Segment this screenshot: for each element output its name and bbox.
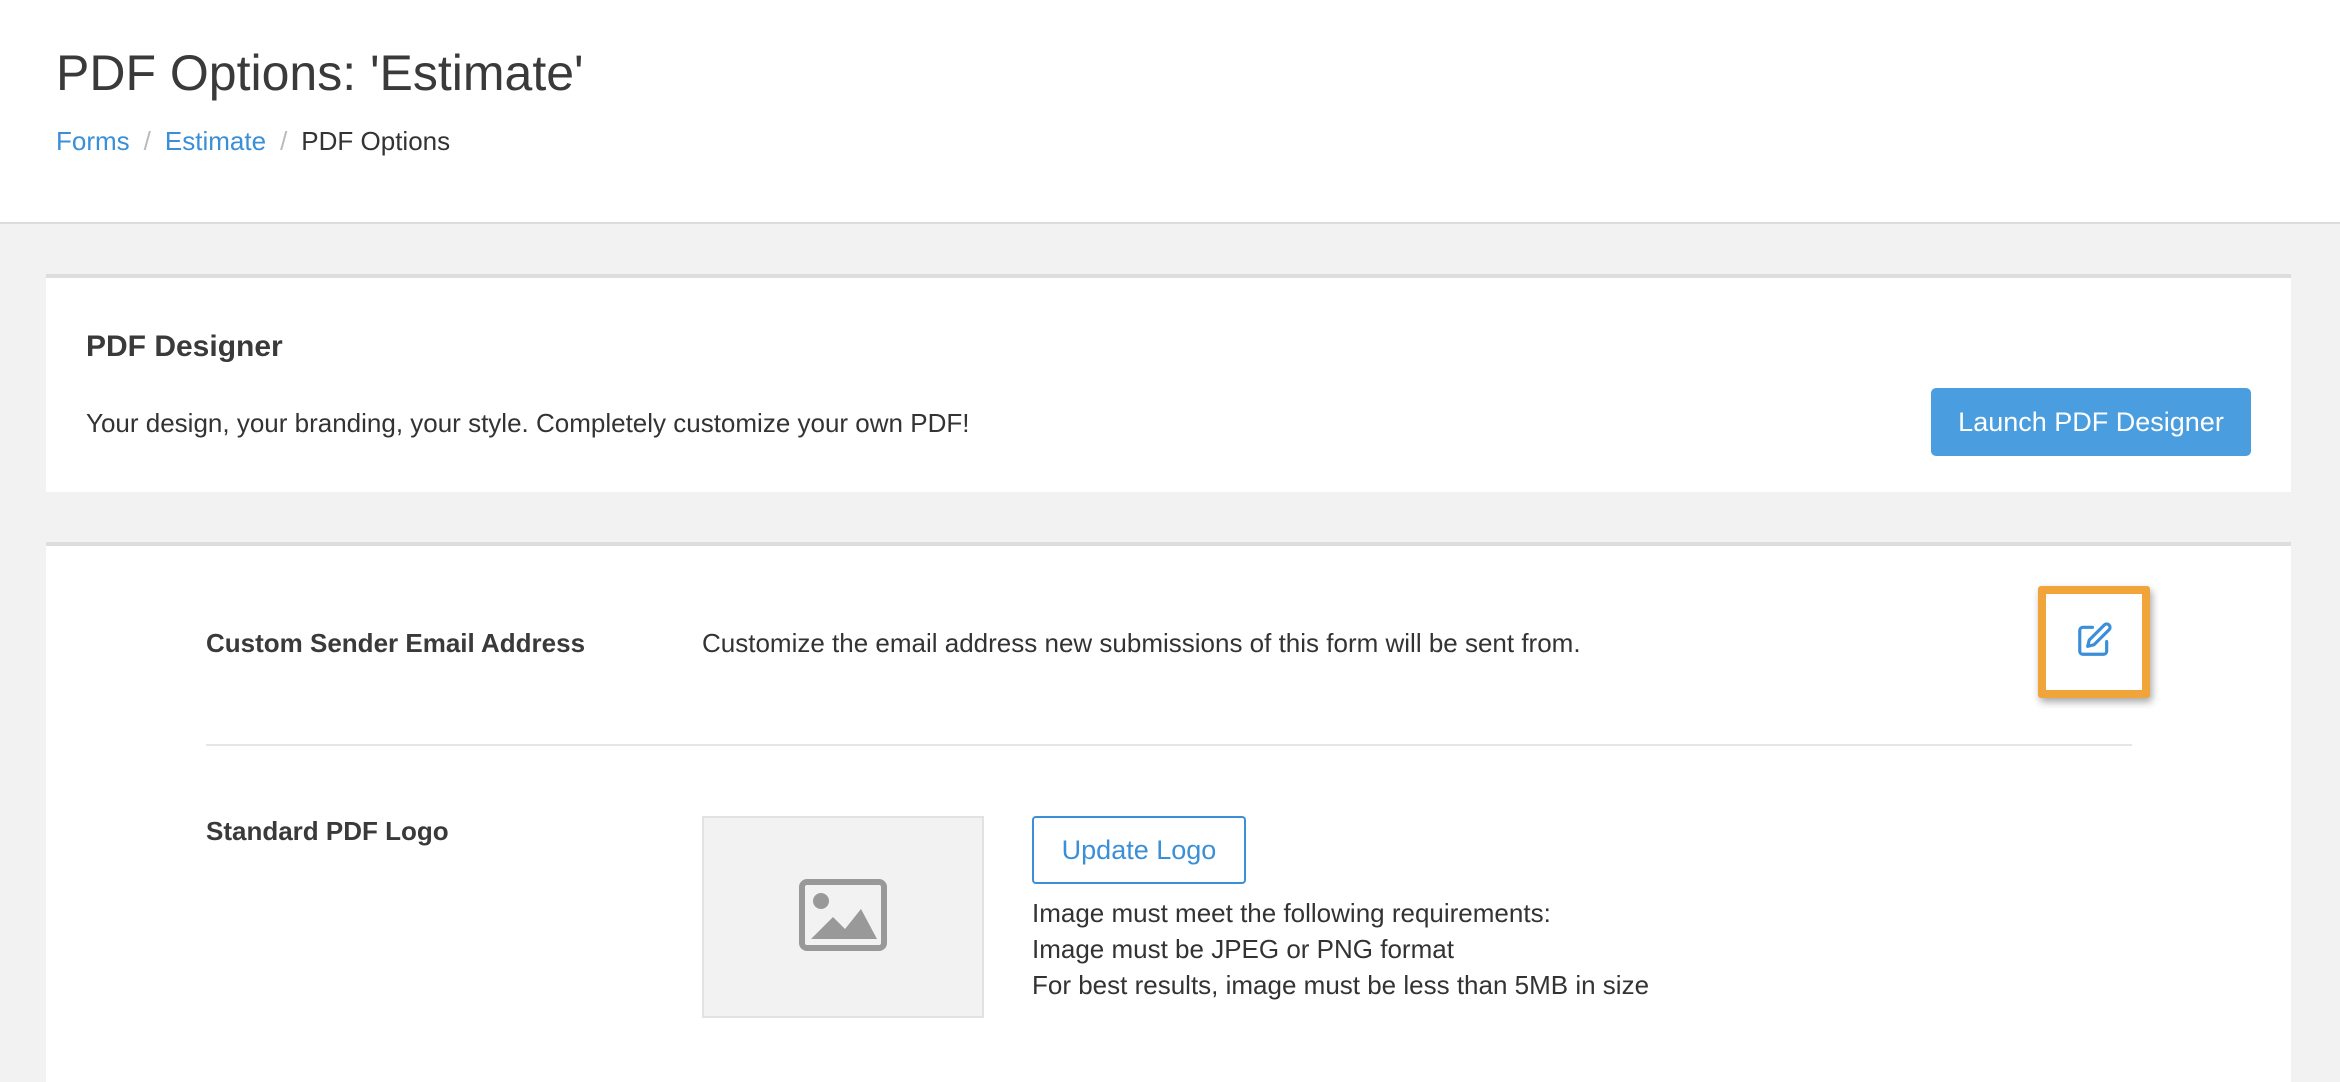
logo-requirements-heading: Image must meet the following requiremen… (1032, 898, 1551, 928)
section-divider (206, 744, 2132, 746)
breadcrumb-separator: / (280, 126, 288, 156)
image-icon (799, 878, 887, 956)
pdf-designer-description: Your design, your branding, your style. … (86, 408, 970, 438)
update-logo-button[interactable]: Update Logo (1032, 816, 1246, 884)
breadcrumb: Forms / Estimate / PDF Options (56, 126, 450, 157)
logo-requirement-size: For best results, image must be less tha… (1032, 970, 1650, 1000)
pdf-designer-title: PDF Designer (86, 330, 283, 363)
page-header: PDF Options: 'Estimate' Forms / Estimate… (0, 0, 2340, 224)
custom-sender-email-label: Custom Sender Email Address (206, 628, 586, 658)
logo-requirement-format: Image must be JPEG or PNG format (1032, 934, 1454, 964)
breadcrumb-current: PDF Options (301, 126, 451, 156)
custom-sender-email-description: Customize the email address new submissi… (702, 628, 1581, 658)
breadcrumb-forms-link[interactable]: Forms (56, 126, 130, 157)
pdf-designer-card: PDF Designer Your design, your branding,… (46, 274, 2291, 492)
edit-sender-email-button[interactable] (2038, 586, 2150, 698)
standard-pdf-logo-label: Standard PDF Logo (206, 816, 449, 846)
page-title: PDF Options: 'Estimate' (56, 45, 584, 101)
breadcrumb-separator: / (143, 126, 151, 156)
breadcrumb-estimate-link[interactable]: Estimate (165, 126, 266, 157)
pencil-square-icon (2075, 621, 2113, 664)
pdf-options-card: Custom Sender Email Address Customize th… (46, 542, 2291, 1082)
logo-placeholder (702, 816, 984, 1018)
launch-pdf-designer-button[interactable]: Launch PDF Designer (1931, 388, 2251, 456)
